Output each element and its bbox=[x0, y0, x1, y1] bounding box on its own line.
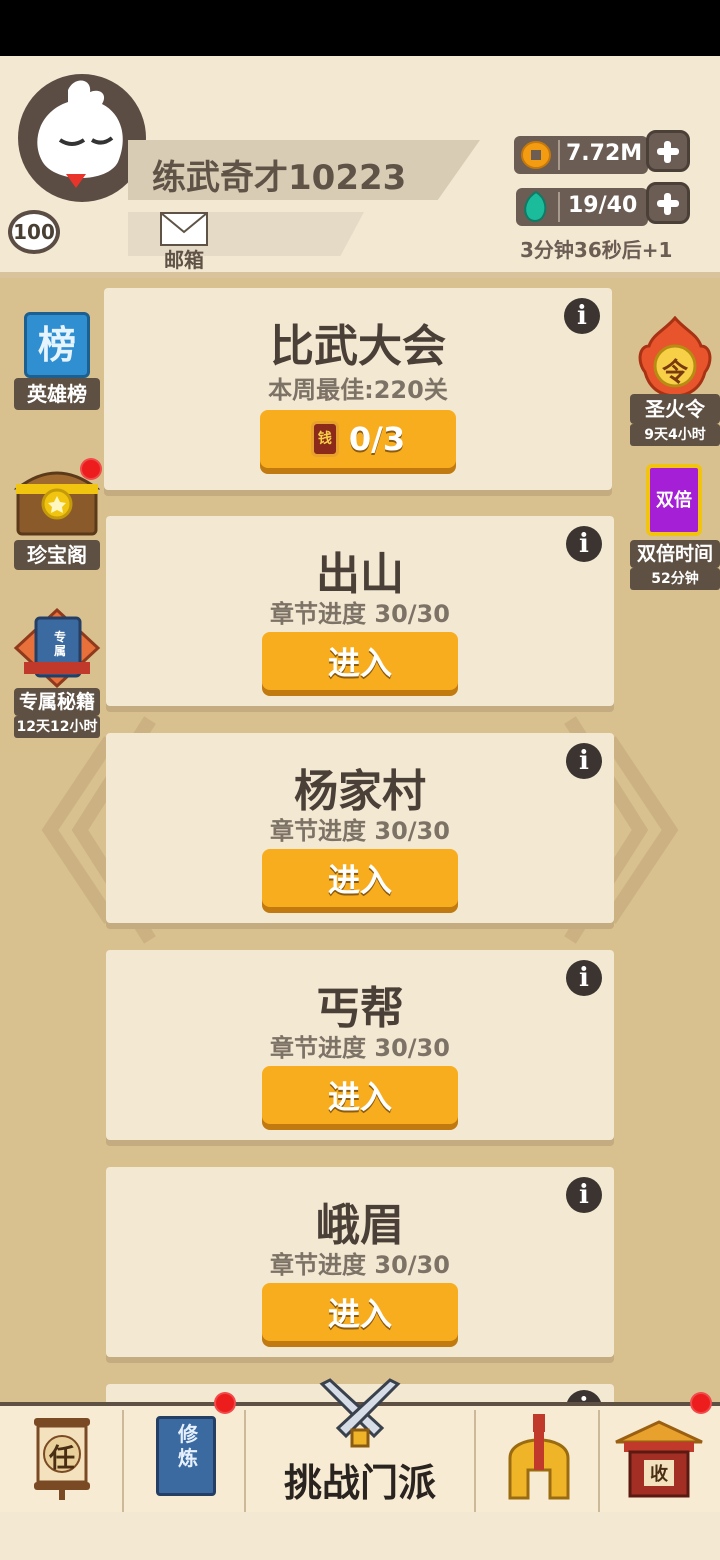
tournament-title: 比武大会 bbox=[270, 321, 446, 372]
enter-button[interactable]: 进入 bbox=[262, 849, 458, 907]
chapter-progress: 章节进度 30/30 bbox=[270, 1251, 450, 1279]
holy-fire-token-button[interactable]: 令 圣火令 9天4小时 bbox=[630, 316, 720, 446]
enter-button[interactable]: 进入 bbox=[262, 1283, 458, 1341]
nav-tasks[interactable]: 任 bbox=[0, 1410, 124, 1514]
avatar-bird-icon bbox=[37, 80, 123, 188]
ticket-icon: 钱 bbox=[310, 421, 339, 457]
coin-value: 7.72M bbox=[566, 141, 643, 166]
helmet-icon bbox=[508, 1414, 570, 1500]
secret-book-label: 专属秘籍 bbox=[14, 688, 100, 716]
chapter-title: 峨眉 bbox=[316, 1200, 404, 1251]
divider bbox=[558, 140, 560, 170]
bottom-gap bbox=[0, 1512, 720, 1560]
chapter-card: i 丐帮 章节进度 30/30 进入 bbox=[106, 950, 614, 1140]
hero-board-banner-icon: 榜 bbox=[24, 312, 90, 378]
notification-dot bbox=[690, 1392, 712, 1414]
double-time-label: 双倍时间 bbox=[630, 540, 720, 568]
enter-button[interactable]: 进入 bbox=[262, 632, 458, 690]
challenge-sects-label: 挑战门派 bbox=[283, 1461, 436, 1505]
level-badge: 100 bbox=[8, 210, 60, 254]
envelope-icon bbox=[160, 212, 208, 246]
task-icon-text: 任 bbox=[48, 1444, 75, 1474]
double-time-button[interactable]: 双倍 双倍时间 52分钟 bbox=[630, 464, 720, 590]
holy-fire-icon-text: 令 bbox=[661, 358, 688, 388]
double-icon-text: 双倍 bbox=[656, 490, 692, 511]
secret-book-icon-text: 专属 bbox=[53, 630, 66, 658]
nav-equipment[interactable] bbox=[476, 1410, 600, 1514]
chapter-card: i 出山 章节进度 30/30 进入 bbox=[106, 516, 614, 706]
chapter-progress: 章节进度 30/30 bbox=[270, 817, 450, 845]
chapter-title: 出山 bbox=[316, 549, 404, 600]
treasure-label: 珍宝阁 bbox=[14, 540, 100, 570]
tournament-best: 本周最佳:220关 bbox=[268, 376, 448, 404]
double-time-timer: 52分钟 bbox=[630, 568, 720, 590]
hero-board-icon-text: 榜 bbox=[37, 323, 76, 367]
coin-icon bbox=[521, 141, 551, 169]
ticket-icon-text: 钱 bbox=[317, 431, 332, 447]
crossed-swords-icon bbox=[319, 1378, 401, 1448]
tournament-card: i 比武大会 本周最佳:220关 钱 0/3 bbox=[104, 288, 612, 490]
mail-button[interactable]: 邮箱 bbox=[156, 212, 212, 272]
notification-dot bbox=[80, 458, 102, 480]
notification-dot bbox=[214, 1392, 236, 1414]
chapter-progress: 章节进度 30/30 bbox=[270, 1034, 450, 1062]
chapter-card: i 杨家村 章节进度 30/30 进入 bbox=[106, 733, 614, 923]
gem-drop-icon bbox=[524, 190, 547, 222]
chapter-title: 丐帮 bbox=[316, 983, 404, 1034]
nav-collect[interactable]: 收 bbox=[600, 1410, 720, 1514]
mail-label: 邮箱 bbox=[164, 248, 204, 272]
hero-board-button[interactable]: 榜 英雄榜 bbox=[14, 312, 100, 412]
tournament-tickets-button[interactable]: 钱 0/3 bbox=[260, 410, 456, 468]
holy-fire-label: 圣火令 bbox=[630, 394, 720, 424]
chapter-progress: 章节进度 30/30 bbox=[270, 600, 450, 628]
training-icon-text: 修炼 bbox=[178, 1422, 198, 1470]
exclusive-secret-book-button[interactable]: 专属 专属秘籍 12天12小时 bbox=[12, 606, 102, 738]
collect-icon-text: 收 bbox=[650, 1464, 668, 1485]
gem-refill-timer: 3分钟36秒后+1 bbox=[520, 238, 673, 262]
secret-book-timer: 12天12小时 bbox=[14, 716, 100, 738]
holy-fire-timer: 9天4小时 bbox=[630, 424, 720, 446]
player-name: 练武奇才10223 bbox=[152, 158, 407, 198]
chapter-title: 杨家村 bbox=[294, 766, 426, 817]
add-coins-button[interactable] bbox=[646, 130, 690, 172]
enter-button[interactable]: 进入 bbox=[262, 1066, 458, 1124]
tournament-tickets: 0/3 bbox=[348, 420, 406, 458]
divider bbox=[558, 192, 560, 222]
chapter-card: i 峨眉 章节进度 30/30 进入 bbox=[106, 1167, 614, 1357]
nav-training[interactable]: 修炼 bbox=[124, 1410, 246, 1514]
gem-value: 19/40 bbox=[568, 193, 638, 218]
add-gems-button[interactable] bbox=[646, 182, 690, 224]
hero-board-label: 英雄榜 bbox=[14, 378, 100, 410]
status-bar bbox=[0, 0, 720, 56]
